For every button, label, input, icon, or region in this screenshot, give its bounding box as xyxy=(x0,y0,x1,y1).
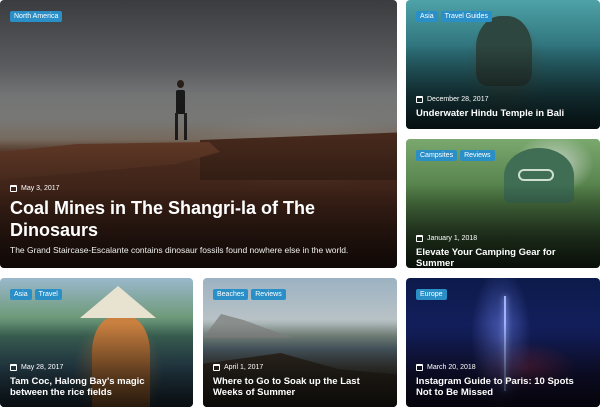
tag-asia[interactable]: Asia xyxy=(416,11,438,22)
post-title[interactable]: Instagram Guide to Paris: 10 Spots Not t… xyxy=(416,376,592,399)
post-card[interactable]: Campsites Reviews January 1, 2018 Elevat… xyxy=(406,139,600,268)
post-title[interactable]: Underwater Hindu Temple in Bali xyxy=(416,108,592,119)
tag-reviews[interactable]: Reviews xyxy=(460,150,495,161)
post-title[interactable]: Tam Coc, Halong Bay's magic between the … xyxy=(10,376,180,399)
calendar-icon xyxy=(10,185,17,192)
post-card[interactable]: Europe March 20, 2018 Instagram Guide to… xyxy=(406,278,600,407)
post-tags: Europe xyxy=(416,289,447,300)
tag-north-america[interactable]: North America xyxy=(10,11,63,22)
tag-europe[interactable]: Europe xyxy=(416,289,447,300)
post-title[interactable]: Elevate Your Camping Gear for Summer xyxy=(416,247,596,268)
calendar-icon xyxy=(416,364,423,371)
post-tags: Asia Travel xyxy=(10,289,62,300)
post-date: January 1, 2018 xyxy=(416,235,477,242)
post-date: April 1, 2017 xyxy=(213,364,263,371)
post-date: May 28, 2017 xyxy=(10,364,63,371)
tag-travel[interactable]: Travel xyxy=(34,289,62,300)
featured-post-card[interactable]: North America May 3, 2017 Coal Mines in … xyxy=(0,0,397,268)
post-date: March 20, 2018 xyxy=(416,364,476,371)
post-card[interactable]: Asia Travel May 28, 2017 Tam Coc, Halong… xyxy=(0,278,193,407)
tag-asia[interactable]: Asia xyxy=(10,289,32,300)
tag-beaches[interactable]: Beaches xyxy=(213,289,249,300)
post-date: May 3, 2017 xyxy=(10,185,60,192)
calendar-icon xyxy=(416,235,423,242)
calendar-icon xyxy=(10,364,17,371)
post-tags: Beaches Reviews xyxy=(213,289,286,300)
post-tags: Campsites Reviews xyxy=(416,150,495,161)
post-excerpt: The Grand Staircase-Escalante contains d… xyxy=(10,245,349,255)
post-card[interactable]: Beaches Reviews April 1, 2017 Where to G… xyxy=(203,278,397,407)
calendar-icon xyxy=(213,364,220,371)
calendar-icon xyxy=(416,96,423,103)
tag-campsites[interactable]: Campsites xyxy=(416,150,458,161)
post-tags: North America xyxy=(10,11,63,22)
post-title[interactable]: Where to Go to Soak up the Last Weeks of… xyxy=(213,376,388,399)
tag-reviews[interactable]: Reviews xyxy=(251,289,286,300)
post-date: December 28, 2017 xyxy=(416,96,488,103)
post-tags: Asia Travel Guides xyxy=(416,11,492,22)
post-card[interactable]: Asia Travel Guides December 28, 2017 Und… xyxy=(406,0,600,129)
tag-travel-guides[interactable]: Travel Guides xyxy=(440,11,492,22)
post-title[interactable]: Coal Mines in The Shangri-la of The Dino… xyxy=(10,198,340,241)
